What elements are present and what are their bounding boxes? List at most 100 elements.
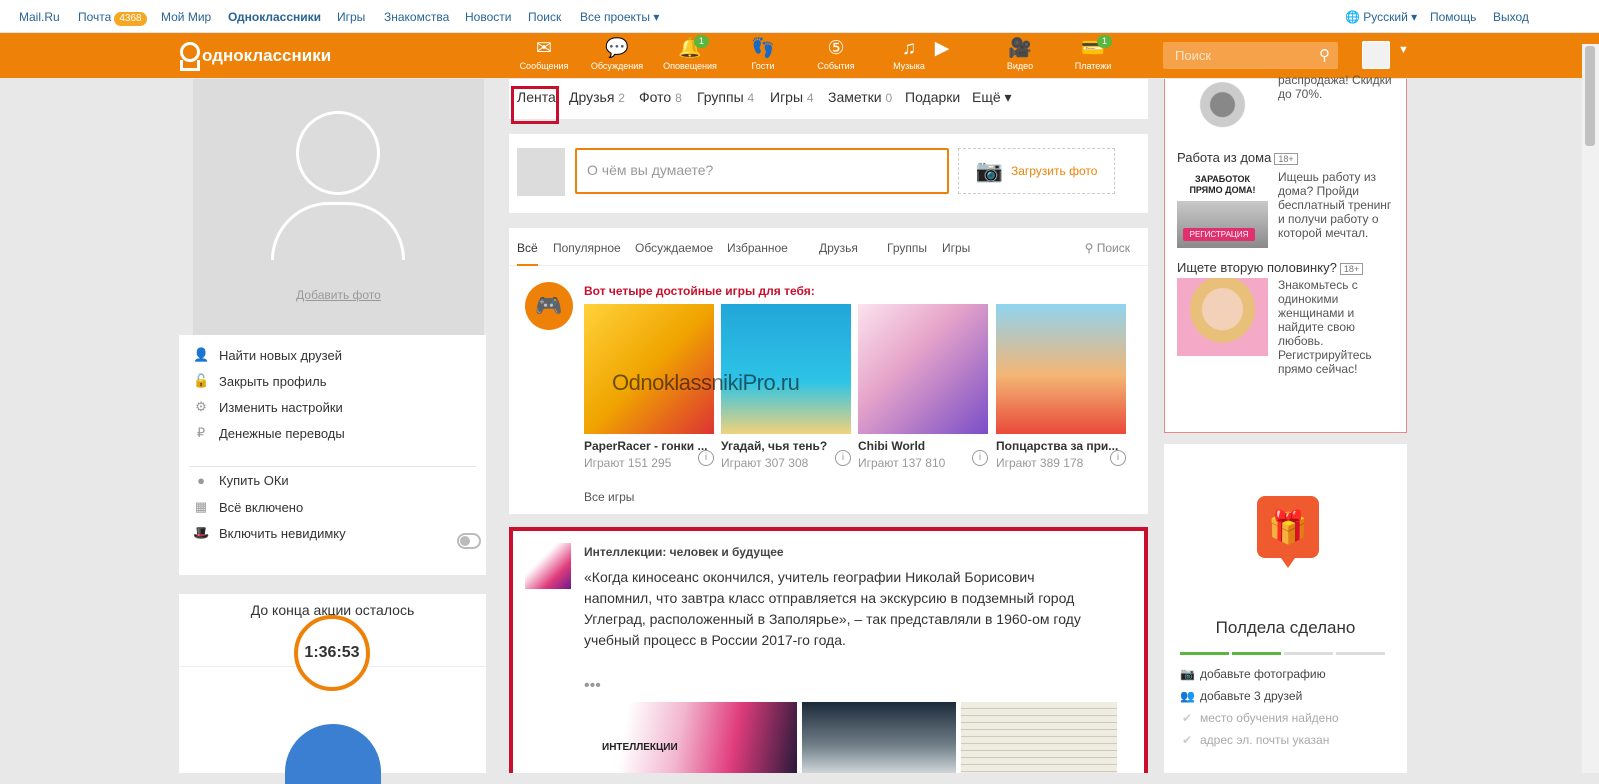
mymir-link[interactable]: Мой Мир	[161, 10, 211, 24]
nav-play[interactable]: ▶	[930, 37, 954, 61]
menu-item[interactable]: ● Купить ОКи	[193, 473, 289, 488]
group-name-link[interactable]: Интеллекции: человек и будущее	[584, 545, 784, 559]
game-thumbnail[interactable]	[721, 304, 851, 434]
game-card[interactable]: Попцарства за при... Играют 389 178 i	[996, 304, 1126, 470]
ad-image-reel[interactable]	[1177, 79, 1268, 136]
language-dropdown[interactable]: 🌐 Русский ▾	[1345, 10, 1417, 24]
nav-envelope[interactable]: ✉ Сообщения	[508, 37, 580, 71]
nav-footprints[interactable]: 👣 Гости	[727, 37, 799, 71]
upload-photo-button[interactable]: 📷 Загрузить фото	[958, 148, 1115, 194]
info-icon[interactable]: i	[1110, 450, 1126, 466]
all-projects-dropdown[interactable]: Все проекты ▾	[580, 10, 659, 24]
dating-link[interactable]: Знакомства	[384, 10, 449, 24]
info-icon[interactable]: i	[972, 450, 988, 466]
search-link[interactable]: Поиск	[528, 10, 561, 24]
tab-item[interactable]: Группы 4	[697, 89, 754, 105]
games-recommendation-title: Вот четыре достойные игры для тебя:	[584, 284, 815, 298]
progress-step: ✔ адрес эл. почты указан	[1180, 733, 1329, 747]
feed-filter[interactable]: Избранное	[727, 241, 788, 255]
menu-item[interactable]: 👤 Найти новых друзей	[193, 347, 342, 363]
post-more-button[interactable]: •••	[584, 677, 601, 695]
menu-item[interactable]: 🔓 Закрыть профиль	[193, 373, 327, 389]
logout-link[interactable]: Выход	[1493, 10, 1529, 24]
mail-link[interactable]: Почта 4368	[78, 10, 147, 26]
chevron-down-icon[interactable]: ▼	[1398, 44, 1409, 56]
post-image-2[interactable]	[802, 702, 956, 773]
game-thumbnail[interactable]	[858, 304, 988, 434]
nav-bell[interactable]: 🔔 Оповещения 1	[654, 35, 726, 71]
all-games-link[interactable]: Все игры	[584, 490, 634, 504]
games-link[interactable]: Игры	[337, 10, 365, 24]
progress-step-label: место обучения найдено	[1200, 711, 1339, 725]
post-image-1[interactable]: ИНТЕЛЛЕКЦИИ	[584, 702, 797, 773]
ad-text-1[interactable]: распродажа! Скидки до 70%.	[1278, 73, 1398, 101]
info-icon[interactable]: i	[698, 450, 714, 466]
ok-logo[interactable]: одноклассники	[178, 42, 331, 70]
menu-divider	[189, 466, 476, 467]
mailru-link[interactable]: Mail.Ru	[19, 10, 60, 24]
progress-step[interactable]: 📷 добавьте фотографию	[1180, 667, 1326, 681]
menu-item[interactable]: 🎩 Включить невидимку	[193, 525, 346, 541]
invisible-toggle[interactable]	[457, 533, 481, 549]
game-title[interactable]: Попцарства за при...	[996, 439, 1126, 453]
tab-item[interactable]: Фото 8	[639, 89, 682, 105]
tab-item[interactable]: Друзья 2	[569, 89, 625, 105]
feed-filter[interactable]: Популярное	[553, 241, 621, 255]
game-title[interactable]: Chibi World	[858, 439, 988, 453]
nav-chat[interactable]: 💬 Обсуждения	[581, 37, 653, 71]
notification-count-badge: 1	[1097, 35, 1113, 48]
ad-text-3[interactable]: Знакомьтесь с одинокими женщинами и найд…	[1278, 278, 1398, 376]
page-scrollbar[interactable]	[1582, 44, 1599, 773]
group-avatar[interactable]	[525, 543, 571, 589]
ad-image-work[interactable]: ЗАРАБОТОК ПРЯМО ДОМА! РЕГИСТРАЦИЯ	[1177, 170, 1268, 248]
game-title[interactable]: PaperRacer - гонки ...	[584, 439, 714, 453]
tab-item[interactable]: Игры 4	[770, 89, 814, 105]
tab-item[interactable]: Подарки	[905, 89, 960, 105]
ad-image-dating[interactable]	[1177, 278, 1268, 356]
feed-filter[interactable]: Группы	[887, 241, 927, 255]
game-title[interactable]: Угадай, чья тень?	[721, 439, 851, 453]
nav-payments[interactable]: 💳 Платежи 1	[1057, 35, 1129, 71]
nav-label: Оповещения	[663, 61, 717, 71]
info-icon[interactable]: i	[835, 450, 851, 466]
post-image-3[interactable]	[961, 702, 1117, 773]
ok-link[interactable]: Одноклассники	[228, 10, 321, 24]
chat-icon: 💬	[605, 38, 629, 59]
ad-title-3[interactable]: Ищете вторую половинку? 18+	[1177, 260, 1364, 275]
promo-heart-image[interactable]	[285, 724, 381, 784]
game-thumbnail[interactable]	[584, 304, 714, 434]
progress-segment	[1180, 652, 1229, 655]
tab-item[interactable]: Заметки 0	[828, 89, 892, 105]
ads-panel: распродажа! Скидки до 70%. Работа из дом…	[1164, 73, 1407, 433]
menu-item[interactable]: ₽ Денежные переводы	[193, 425, 345, 441]
feed-filter[interactable]: Обсуждаемое	[635, 241, 713, 255]
progress-step[interactable]: 👥 добавьте 3 друзей	[1180, 689, 1302, 703]
profile-photo-placeholder[interactable]: Добавить фото	[193, 79, 484, 335]
feed-filter[interactable]: Игры	[942, 241, 970, 255]
all-inclusive-icon: ▦	[194, 499, 208, 514]
add-photo-link[interactable]: Добавить фото	[193, 288, 484, 302]
camera-icon: 📷	[1180, 667, 1195, 681]
scrollbar-thumb[interactable]	[1585, 46, 1595, 146]
menu-item[interactable]: ▦ Всё включено	[193, 499, 303, 515]
status-input[interactable]: О чём вы думаете?	[575, 148, 949, 194]
user-avatar[interactable]	[1362, 41, 1390, 69]
ad-text-2[interactable]: Ищешь работу из дома? Пройди бесплатный …	[1278, 170, 1398, 240]
feed-search-button[interactable]: ⚲ Поиск	[1085, 241, 1130, 255]
menu-item[interactable]: ⚙ Изменить настройки	[193, 399, 343, 415]
news-link[interactable]: Новости	[465, 10, 511, 24]
ad-title-2[interactable]: Работа из дома 18+	[1177, 150, 1298, 165]
search-icon: ⚲	[1084, 241, 1094, 255]
bell-icon: 🔔	[678, 38, 702, 59]
tab-label: Друзья	[569, 89, 615, 105]
tab-count: 4	[747, 91, 755, 105]
help-link[interactable]: Помощь	[1430, 10, 1476, 24]
game-thumbnail[interactable]	[996, 304, 1126, 434]
tab-item[interactable]: Ещё ▾	[972, 89, 1012, 106]
game-card[interactable]: Chibi World Играют 137 810 i	[858, 304, 988, 470]
search-input[interactable]: Поиск ⚲	[1163, 42, 1338, 69]
nav-video-camera[interactable]: 🎥 Видео	[984, 37, 1056, 71]
feed-filter[interactable]: Всё	[517, 241, 538, 266]
nav-events[interactable]: ⑤ События	[800, 37, 872, 71]
feed-filter[interactable]: Друзья	[819, 241, 858, 255]
